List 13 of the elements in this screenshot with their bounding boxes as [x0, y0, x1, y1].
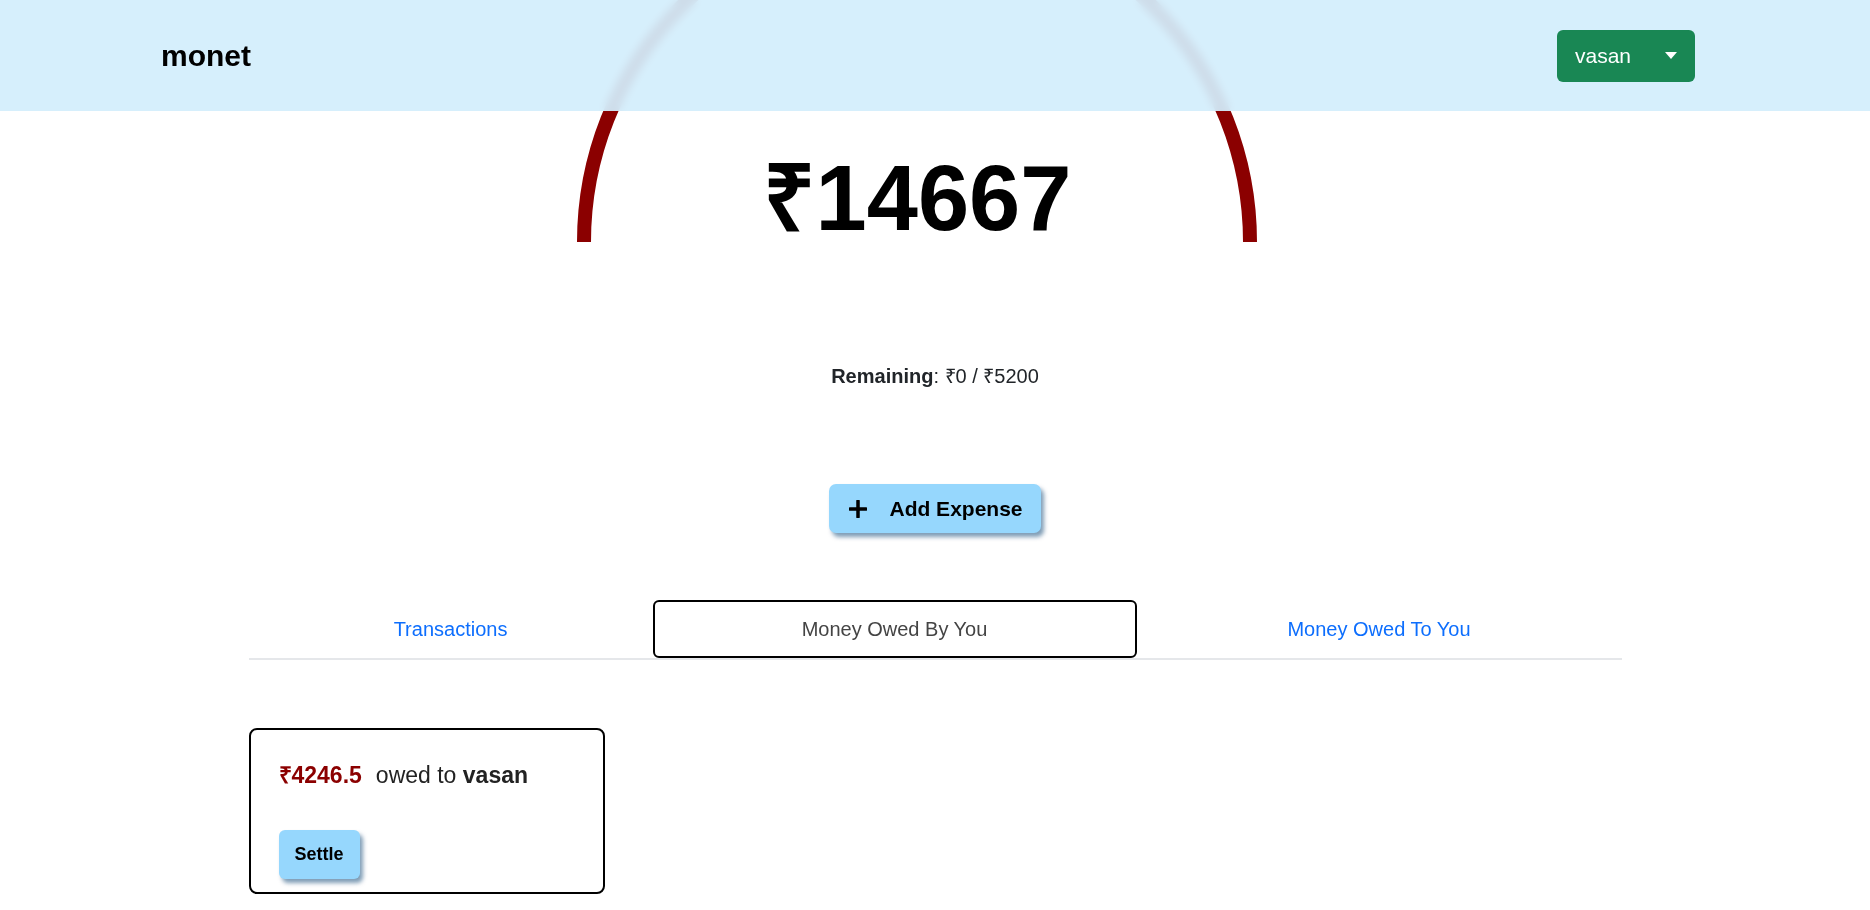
- debt-description: owed to vasan: [375, 762, 529, 789]
- remaining-text: Remaining: ₹0 / ₹5200: [831, 364, 1039, 389]
- add-expense-button[interactable]: Add Expense: [829, 484, 1041, 533]
- tab[interactable]: Money Owed To You: [1136, 600, 1622, 658]
- debt-amount: ₹4246.5: [278, 761, 362, 790]
- spent-amount: ₹14667: [761, 152, 1073, 244]
- user-menu-button[interactable]: vasan: [1556, 29, 1695, 82]
- tab[interactable]: Money Owed By You: [652, 600, 1137, 658]
- logo[interactable]: monet: [161, 38, 251, 73]
- plus-icon: [849, 499, 868, 518]
- caret-icon: [1665, 52, 1677, 59]
- settle-button[interactable]: Settle: [278, 830, 360, 879]
- tab[interactable]: Transactions: [248, 600, 653, 658]
